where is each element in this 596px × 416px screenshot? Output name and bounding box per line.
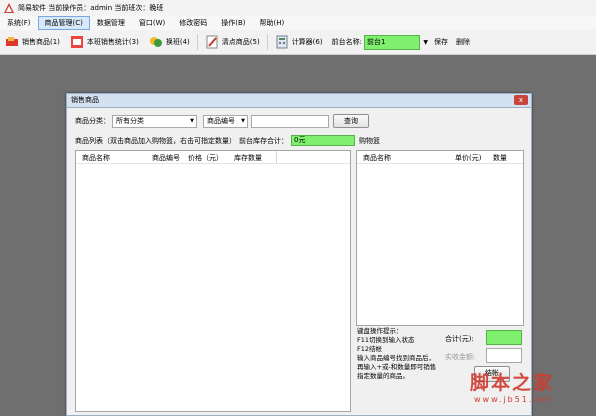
col-stock: 库存数量 bbox=[234, 154, 262, 162]
query-button[interactable]: 查询 bbox=[333, 114, 369, 128]
sell-goods-dialog: 销售商品 x 商品分类： 所有分类 ▼ 商品编号 ▼ 查询 商品列表（双击商品加… bbox=[66, 93, 532, 416]
menu-window[interactable]: 窗口(W) bbox=[132, 17, 172, 29]
close-button[interactable]: x bbox=[514, 95, 528, 105]
goods-list-table[interactable]: 商品名称 商品编号 价格（元） 库存数量 bbox=[75, 150, 351, 412]
search-row: 商品分类： 所有分类 ▼ 商品编号 ▼ 查询 bbox=[75, 114, 369, 128]
calculator-icon bbox=[276, 35, 288, 49]
total-label: 合计(元): bbox=[445, 335, 474, 343]
cart-icon bbox=[6, 37, 18, 46]
col-price: 价格（元） bbox=[188, 154, 223, 162]
basket-header: 商品名称 单价(元) 数量 bbox=[357, 151, 523, 164]
inventory-check-button[interactable]: 清点商品(5) bbox=[200, 32, 265, 52]
change-shift-label: 换班(4) bbox=[165, 38, 190, 46]
col-quantity: 数量 bbox=[493, 154, 507, 162]
menu-operation[interactable]: 操作(B) bbox=[214, 17, 252, 29]
menu-goods[interactable]: 商品管理(C) bbox=[37, 16, 90, 30]
category-select[interactable]: 所有分类 ▼ bbox=[112, 114, 197, 128]
search-field-select[interactable]: 商品编号 ▼ bbox=[203, 114, 248, 128]
tip-line: F12结帐 bbox=[357, 345, 383, 353]
menu-password[interactable]: 修改密码 bbox=[172, 17, 214, 29]
toolbar-separator bbox=[196, 34, 198, 50]
goods-list-header: 商品名称 商品编号 价格（元） 库存数量 bbox=[76, 151, 350, 164]
column-divider bbox=[276, 151, 277, 163]
menu-help[interactable]: 帮助(H) bbox=[253, 17, 292, 29]
site-watermark: 脚本之家 bbox=[470, 372, 555, 394]
app-logo-icon bbox=[4, 3, 14, 13]
menu-system[interactable]: 系统(F) bbox=[0, 17, 38, 29]
dialog-title-bar: 销售商品 x bbox=[67, 94, 531, 108]
stock-total-label: 前台库存合计： bbox=[239, 137, 288, 145]
keyboard-tips: 键盘操作提示： F11切换到输入状态 F12结帐 输入商品编号找到商品后， 再输… bbox=[357, 327, 447, 381]
sell-goods-label: 销售商品(1) bbox=[22, 38, 60, 46]
inventory-check-label: 清点商品(5) bbox=[221, 38, 260, 46]
basket-title: 购物篮 bbox=[359, 137, 380, 145]
tip-line: 指定数量的商品。 bbox=[357, 372, 409, 380]
paid-input[interactable] bbox=[486, 348, 522, 363]
category-label: 商品分类： bbox=[75, 117, 110, 125]
paid-label: 实收金额: bbox=[445, 353, 476, 361]
goods-list-title: 商品列表（双击商品加入购物篮，右击可指定数量） bbox=[75, 137, 236, 145]
pencil-icon bbox=[206, 35, 218, 49]
dialog-title: 销售商品 bbox=[71, 96, 99, 104]
people-icon bbox=[149, 37, 162, 47]
calculator-label: 计算器(6) bbox=[291, 38, 323, 46]
tip-line: F11切换到输入状态 bbox=[357, 336, 415, 344]
menu-bar: 系统(F) 商品管理(C) 数据管理 窗口(W) 修改密码 操作(B) 帮助(H… bbox=[0, 16, 596, 30]
toolbar: 销售商品(1) 本班销售统计(3) 换班(4) 清点商品(5) 计算器(6) 前… bbox=[0, 30, 596, 55]
tip-line: 输入商品编号找到商品后， bbox=[357, 354, 435, 362]
title-bar: 简易软件 当前操作员：admin 当前班次：晚班 bbox=[0, 0, 596, 17]
sell-goods-button[interactable]: 销售商品(1) bbox=[0, 32, 65, 52]
save-button[interactable]: 保存 bbox=[434, 37, 448, 47]
front-name-value: 前台1 bbox=[366, 37, 386, 46]
category-value: 所有分类 bbox=[116, 116, 144, 125]
calculator-button[interactable]: 计算器(6) bbox=[270, 32, 328, 52]
col-unit-price: 单价(元) bbox=[455, 154, 482, 162]
search-field-value: 商品编号 bbox=[207, 116, 235, 125]
chevron-down-icon: ▼ bbox=[241, 117, 245, 124]
col-goods-code: 商品编号 bbox=[152, 154, 180, 162]
list-header-row: 商品列表（双击商品加入购物篮，右击可指定数量） 前台库存合计： 0元 购物篮 bbox=[75, 135, 525, 146]
toolbar-separator bbox=[266, 34, 268, 50]
chevron-down-icon: ▼ bbox=[190, 117, 194, 124]
window-title: 简易软件 当前操作员：admin 当前班次：晚班 bbox=[18, 4, 164, 12]
chevron-down-icon: ▼ bbox=[423, 38, 428, 46]
col-goods-name: 商品名称 bbox=[82, 154, 110, 162]
tip-line: 键盘操作提示： bbox=[357, 327, 403, 335]
front-name-select[interactable]: 前台1 ▼ bbox=[363, 34, 428, 50]
col-basket-name: 商品名称 bbox=[363, 154, 391, 162]
site-watermark-url: www.jb51.net bbox=[474, 395, 553, 404]
search-input[interactable] bbox=[251, 114, 329, 128]
delete-button[interactable]: 删除 bbox=[456, 37, 470, 47]
front-name-label: 前台名称: bbox=[331, 38, 362, 46]
total-value bbox=[486, 330, 522, 345]
basket-table[interactable]: 商品名称 单价(元) 数量 bbox=[356, 150, 524, 326]
shift-stats-label: 本班销售统计(3) bbox=[86, 38, 139, 46]
report-icon bbox=[70, 36, 83, 48]
stock-total-value: 0元 bbox=[291, 135, 355, 146]
tip-line: 再输入+或-和数量即可销售 bbox=[357, 363, 437, 371]
shift-stats-button[interactable]: 本班销售统计(3) bbox=[65, 32, 144, 52]
change-shift-button[interactable]: 换班(4) bbox=[144, 32, 195, 52]
menu-data[interactable]: 数据管理 bbox=[90, 17, 132, 29]
